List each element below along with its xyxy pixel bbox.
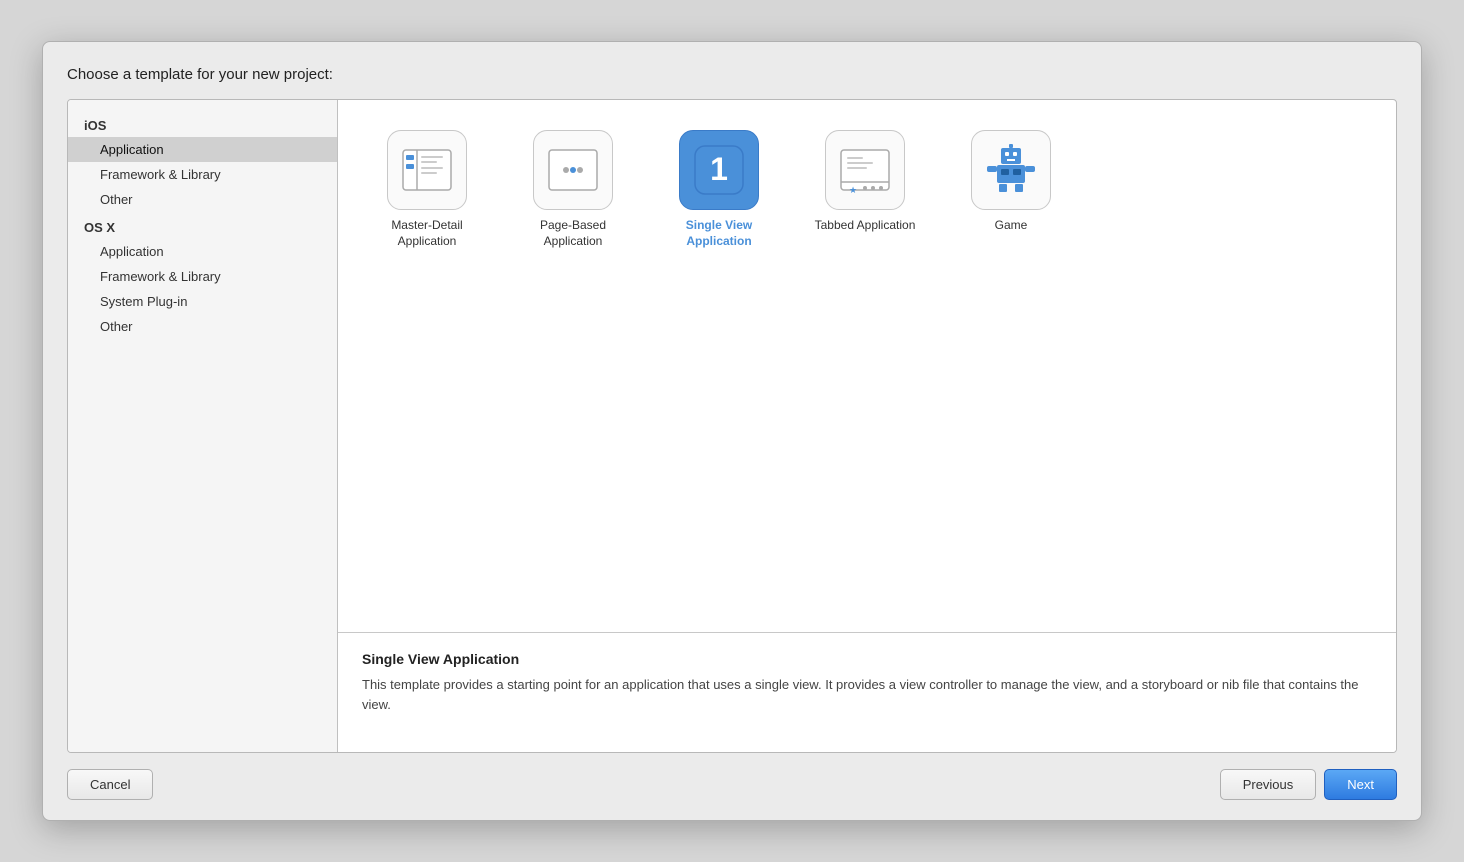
template-item-single-view[interactable]: 1 Single View Application — [654, 124, 784, 255]
sidebar-item-osx-plugin[interactable]: System Plug-in — [68, 289, 337, 314]
description-text: This template provides a starting point … — [362, 675, 1372, 714]
sidebar-item-ios-framework[interactable]: Framework & Library — [68, 162, 337, 187]
template-item-page-based[interactable]: Page-Based Application — [508, 124, 638, 255]
template-item-game[interactable]: Game — [946, 124, 1076, 255]
template-item-master-detail[interactable]: Master-Detail Application — [362, 124, 492, 255]
master-detail-label: Master-Detail Application — [368, 218, 486, 249]
sidebar-item-osx-other[interactable]: Other — [68, 314, 337, 339]
sidebar-item-osx-application[interactable]: Application — [68, 239, 337, 264]
previous-button[interactable]: Previous — [1220, 769, 1317, 800]
next-button[interactable]: Next — [1324, 769, 1397, 800]
sidebar-item-ios-other[interactable]: Other — [68, 187, 337, 212]
description-panel: Single View Application This template pr… — [338, 632, 1396, 752]
sidebar-section-os-x: OS X — [68, 212, 337, 239]
description-title: Single View Application — [362, 651, 1372, 667]
single-view-icon: 1 — [679, 130, 759, 210]
tabbed-label: Tabbed Application — [815, 218, 916, 234]
dialog-title: Choose a template for your new project: — [67, 66, 1397, 83]
sidebar: iOSApplicationFramework & LibraryOtherOS… — [68, 100, 338, 752]
sidebar-section-ios: iOS — [68, 110, 337, 137]
sidebar-item-ios-application[interactable]: Application — [68, 137, 337, 162]
tabbed-icon: ★ — [825, 130, 905, 210]
single-view-label: Single View Application — [660, 218, 778, 249]
page-based-label: Page-Based Application — [514, 218, 632, 249]
footer: Cancel Previous Next — [67, 753, 1397, 800]
master-detail-icon — [387, 130, 467, 210]
new-project-dialog: Choose a template for your new project: … — [42, 41, 1422, 821]
content-area: Master-Detail Application Page-Based App… — [338, 100, 1396, 752]
sidebar-item-osx-framework[interactable]: Framework & Library — [68, 264, 337, 289]
nav-buttons: Previous Next — [1220, 769, 1397, 800]
main-area: iOSApplicationFramework & LibraryOtherOS… — [67, 99, 1397, 753]
page-based-icon — [533, 130, 613, 210]
game-icon — [971, 130, 1051, 210]
cancel-button[interactable]: Cancel — [67, 769, 153, 800]
template-grid: Master-Detail Application Page-Based App… — [338, 100, 1396, 632]
template-item-tabbed[interactable]: ★ Tabbed Application — [800, 124, 930, 255]
svg-text:★: ★ — [849, 185, 857, 195]
game-label: Game — [995, 218, 1028, 234]
svg-text:1: 1 — [710, 151, 728, 187]
